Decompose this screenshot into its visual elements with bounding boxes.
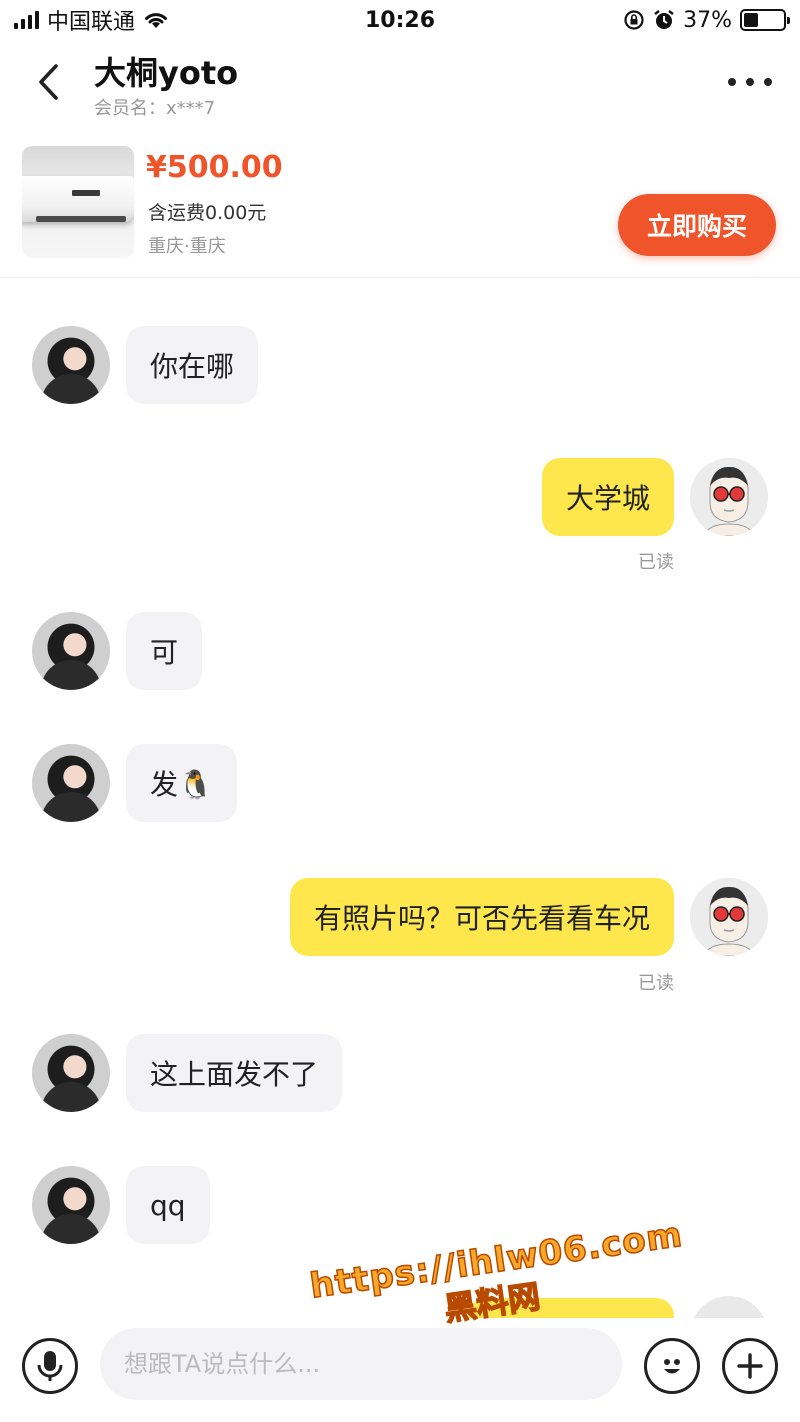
message-item: 这上面发不了	[32, 1034, 343, 1112]
product-image[interactable]	[22, 146, 134, 258]
message-list[interactable]: 你在哪 大学城 已读 可 发🐧 有照片吗？可否先看看车况 已读 这上面发不了 q…	[0, 278, 800, 1318]
microphone-icon	[37, 1351, 63, 1381]
input-bar	[0, 1318, 800, 1422]
message-bubble[interactable]: 可	[126, 612, 203, 690]
more-dot	[746, 78, 754, 86]
avatar-face-icon	[690, 458, 768, 536]
message-item: 你在哪	[32, 326, 259, 404]
emoji-button[interactable]	[644, 1338, 700, 1394]
message-item: 发🐧	[32, 744, 237, 822]
emoji-icon	[664, 1359, 680, 1374]
status-bar: 中国联通 10:26 37%	[0, 0, 800, 40]
plus-button[interactable]	[722, 1338, 778, 1394]
message-item: 有照片吗？可否先看看车况	[289, 878, 768, 956]
status-left: 中国联通	[14, 4, 169, 36]
message-bubble[interactable]: qq	[126, 1166, 210, 1244]
air-conditioner-vent	[36, 216, 126, 222]
avatar[interactable]	[32, 612, 110, 690]
member-name: 会员名：x***7	[94, 98, 216, 119]
signal-icon	[14, 11, 39, 29]
avatar[interactable]	[32, 326, 110, 404]
contact-name: 大桐yoto	[94, 54, 239, 92]
avatar-face-icon	[690, 878, 768, 956]
message-bubble[interactable]: 发🐧	[126, 744, 237, 822]
plus-icon	[737, 1353, 763, 1379]
more-dot	[764, 78, 772, 86]
message-bubble[interactable]: 这上面发不了	[126, 1034, 343, 1112]
carrier-name: 中国联通	[47, 10, 136, 35]
back-button[interactable]	[30, 62, 66, 102]
avatar[interactable]	[690, 458, 768, 536]
message-bubble[interactable]: 大学城	[541, 458, 674, 536]
alarm-icon	[653, 9, 675, 31]
product-location: 重庆·重庆	[148, 236, 226, 257]
message-item: qq	[32, 1166, 210, 1244]
chat-header: 大桐yoto 会员名：x***7	[0, 40, 800, 130]
read-status: 已读	[638, 552, 674, 573]
status-right: 37%	[623, 7, 790, 33]
buy-now-button[interactable]: 立即购买	[618, 194, 776, 256]
product-price: ¥500.00	[146, 150, 283, 185]
message-item: 可	[32, 612, 203, 690]
battery-percent: 37%	[683, 7, 732, 33]
air-conditioner-display	[72, 190, 100, 196]
avatar[interactable]	[690, 878, 768, 956]
read-status: 已读	[638, 973, 674, 994]
avatar[interactable]	[32, 1034, 110, 1112]
product-card[interactable]: ¥500.00 含运费0.00元 重庆·重庆 立即购买	[0, 130, 800, 278]
message-input[interactable]	[100, 1328, 622, 1400]
message-bubble[interactable]: 你在哪	[126, 326, 259, 404]
product-shipping: 含运费0.00元	[148, 202, 267, 224]
wifi-icon	[143, 10, 169, 30]
avatar[interactable]	[32, 1166, 110, 1244]
voice-button[interactable]	[22, 1338, 78, 1394]
chevron-left-icon	[39, 64, 58, 100]
battery-icon	[740, 9, 790, 31]
avatar[interactable]	[32, 744, 110, 822]
message-bubble[interactable]: 有照片吗？可否先看看车况	[289, 878, 674, 956]
more-button[interactable]	[728, 70, 772, 94]
battery-level	[744, 13, 759, 27]
more-dots-icon	[728, 78, 736, 86]
message-item: 大学城	[541, 458, 768, 536]
rotation-lock-icon	[623, 9, 645, 31]
